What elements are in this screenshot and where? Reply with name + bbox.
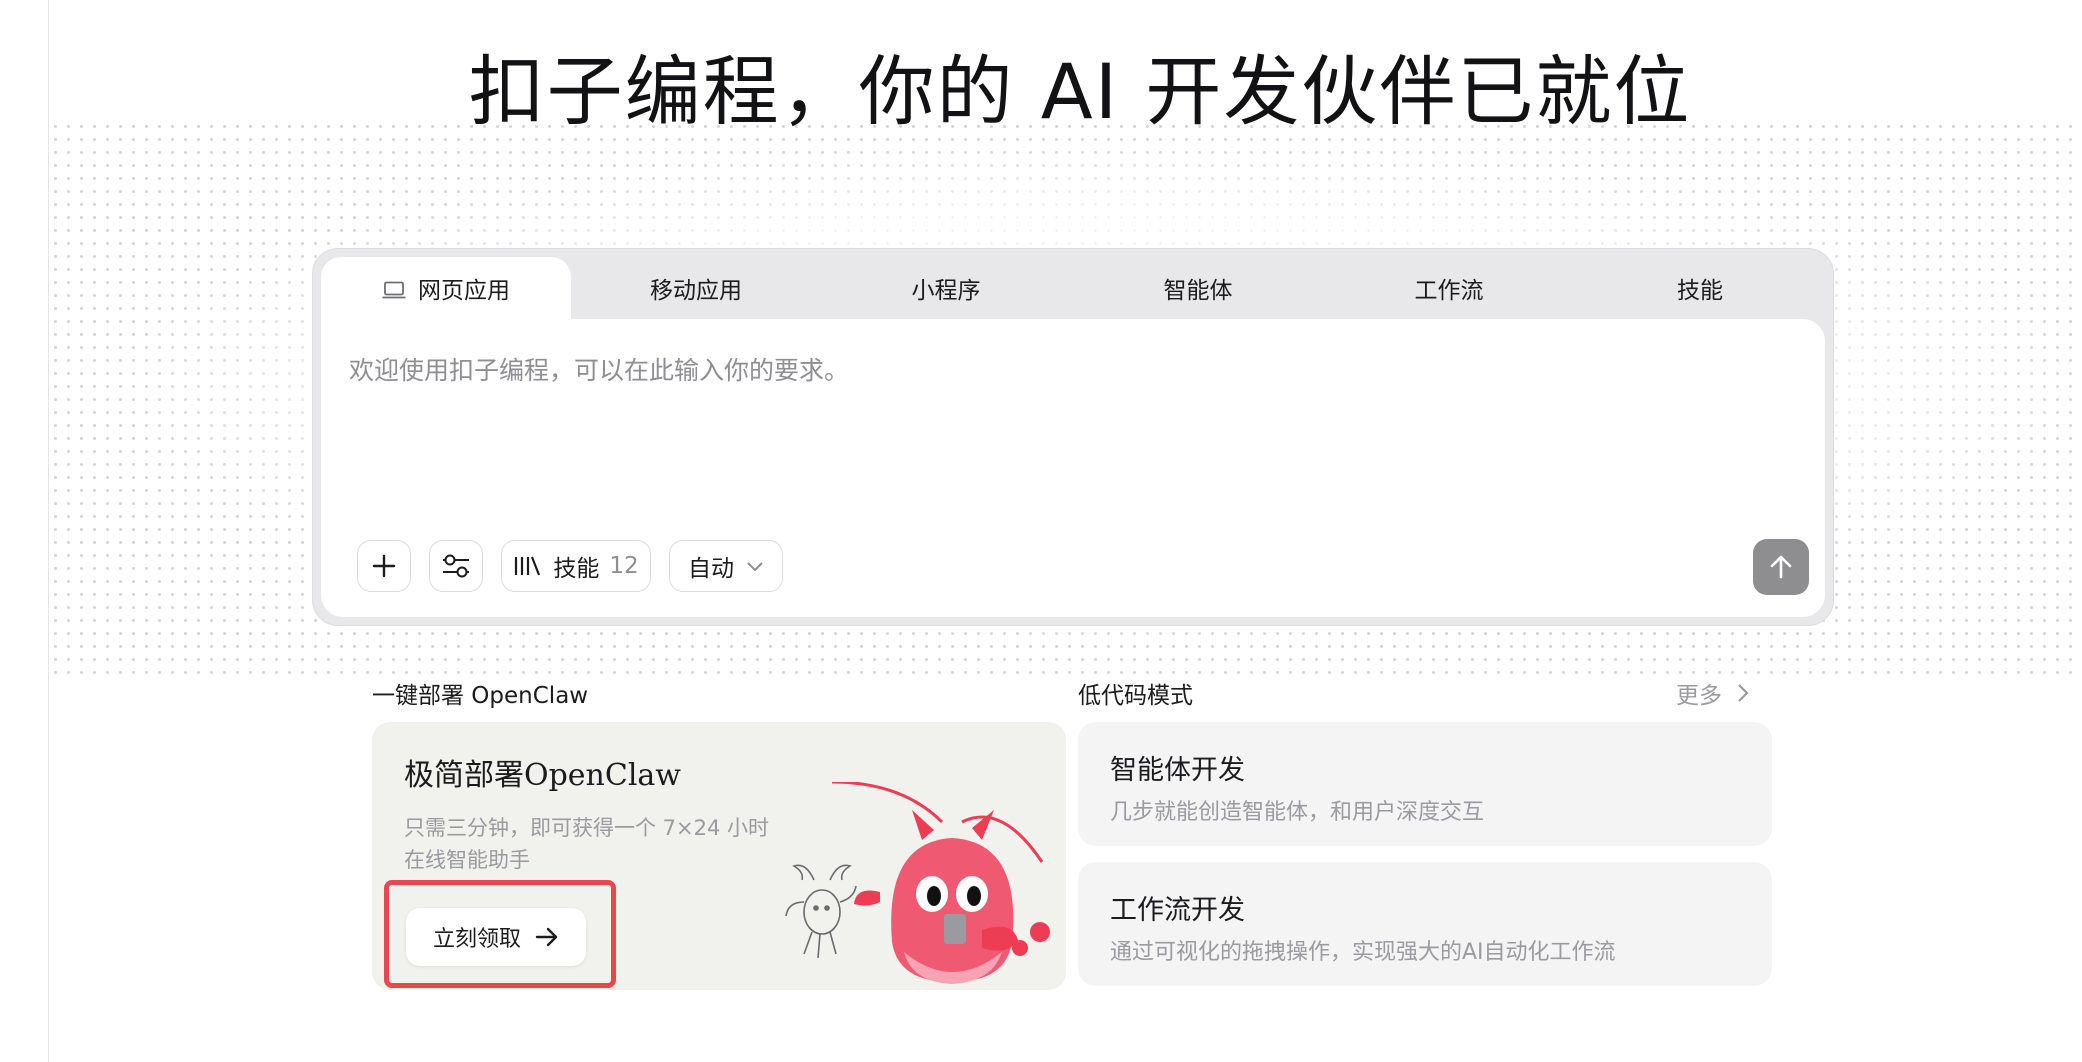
card-desc: 几步就能创造智能体，和用户深度交互 xyxy=(1110,800,1485,825)
agent-dev-card[interactable]: 智能体开发 几步就能创造智能体，和用户深度交互 xyxy=(1078,722,1772,846)
openclaw-section-title: 一键部署 OpenClaw xyxy=(372,683,589,709)
card-title: 工作流开发 xyxy=(1110,895,1245,926)
claim-highlight-box xyxy=(384,880,616,988)
openclaw-card-title: 极简部署OpenClaw xyxy=(404,758,681,793)
card-title: 智能体开发 xyxy=(1110,755,1245,786)
chevron-down-icon xyxy=(747,562,763,572)
tab-agent[interactable]: 智能体 xyxy=(1073,257,1323,319)
tab-workflow[interactable]: 工作流 xyxy=(1324,257,1574,319)
tab-label: 移动应用 xyxy=(650,278,742,304)
composer-body: 技能 12 自动 xyxy=(321,319,1825,617)
prompt-input[interactable] xyxy=(347,349,1751,413)
chevron-right-icon xyxy=(1738,684,1749,702)
page-title: 扣子编程，你的 AI 开发伙伴已就位 xyxy=(468,47,1692,136)
sliders-icon xyxy=(443,554,469,578)
more-link[interactable]: 更多 xyxy=(1676,676,1750,710)
tab-skills[interactable]: 技能 xyxy=(1575,257,1825,319)
lobster-mascot-icon xyxy=(785,782,1050,984)
prompt-composer: 网页应用 移动应用 小程序 智能体 工作流 技能 技能 12 自动 xyxy=(312,248,1834,626)
mode-select[interactable]: 自动 xyxy=(669,540,783,592)
more-label: 更多 xyxy=(1676,683,1722,709)
tab-web-app[interactable]: 网页应用 xyxy=(321,257,571,319)
tab-label: 工作流 xyxy=(1414,278,1484,304)
openclaw-card-desc: 只需三分钟，即可获得一个 7×24 小时在线智能助手 xyxy=(404,816,770,872)
laptop-icon xyxy=(382,279,406,299)
card-desc: 通过可视化的拖拽操作，实现强大的AI自动化工作流 xyxy=(1110,940,1616,965)
lowcode-section-title: 低代码模式 xyxy=(1078,683,1193,709)
tab-mini-program[interactable]: 小程序 xyxy=(821,257,1071,319)
tab-label: 技能 xyxy=(1677,278,1723,304)
tab-label: 智能体 xyxy=(1163,278,1233,304)
settings-button[interactable] xyxy=(429,540,483,592)
send-button[interactable] xyxy=(1753,539,1809,595)
skills-label: 技能 xyxy=(553,556,600,582)
mode-label: 自动 xyxy=(688,556,734,582)
app-type-tabs: 网页应用 移动应用 小程序 智能体 工作流 技能 xyxy=(321,257,1825,319)
tab-label: 小程序 xyxy=(911,278,981,304)
tab-label: 网页应用 xyxy=(418,278,510,304)
library-icon xyxy=(515,556,541,576)
workflow-dev-card[interactable]: 工作流开发 通过可视化的拖拽操作，实现强大的AI自动化工作流 xyxy=(1078,862,1772,986)
skills-count: 12 xyxy=(609,553,639,579)
skills-button[interactable]: 技能 12 xyxy=(501,540,651,592)
tab-mobile-app[interactable]: 移动应用 xyxy=(571,257,821,319)
arrow-up-icon xyxy=(1770,555,1792,579)
add-button[interactable] xyxy=(357,540,411,592)
plus-icon xyxy=(372,554,396,578)
